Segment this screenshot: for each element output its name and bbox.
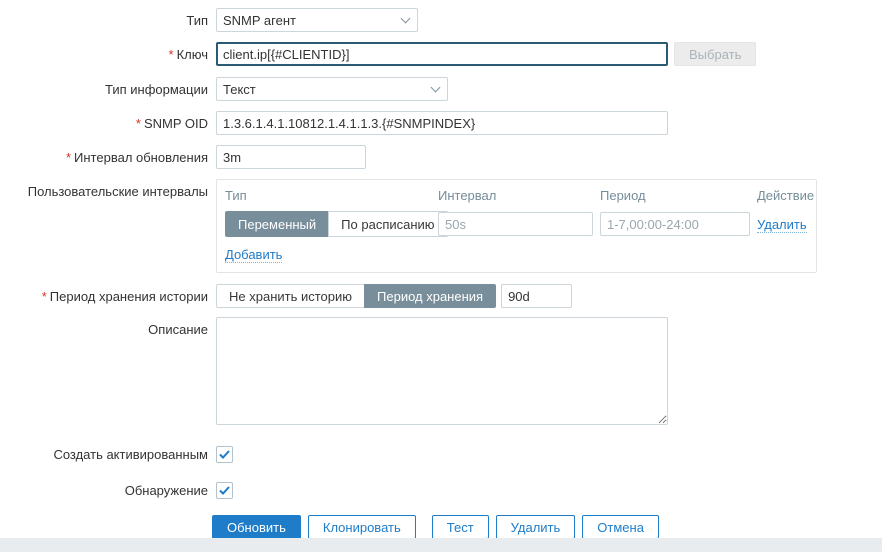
cancel-button[interactable]: Отмена xyxy=(582,515,659,539)
interval-value-input[interactable] xyxy=(438,212,593,236)
create-enabled-checkbox[interactable] xyxy=(216,446,233,463)
chevron-down-icon xyxy=(430,82,441,92)
type-label: Тип xyxy=(186,13,208,28)
column-header-period: Период xyxy=(600,188,646,203)
select-key-button[interactable]: Выбрать xyxy=(674,42,757,66)
required-asterisk: * xyxy=(168,47,174,62)
remove-interval-link[interactable]: Удалить xyxy=(757,216,807,233)
add-interval-link[interactable]: Добавить xyxy=(225,247,283,263)
test-button[interactable]: Тест xyxy=(431,515,489,539)
column-header-action: Действие xyxy=(757,188,815,203)
history-period-input[interactable] xyxy=(501,284,573,308)
info-type-label: Тип информации xyxy=(104,82,208,97)
create-enabled-label: Создать активированным xyxy=(53,447,208,462)
update-interval-row: * Интервал обновления xyxy=(0,145,882,169)
key-row: *Ключ Выбрать xyxy=(0,42,882,66)
key-input[interactable] xyxy=(216,42,668,66)
chevron-down-icon xyxy=(400,13,411,23)
update-interval-label: * Интервал обновления xyxy=(65,150,208,165)
custom-interval-row: Переменный По расписанию Удалить xyxy=(225,211,808,237)
custom-intervals-header: Тип Интервал Период Действие xyxy=(225,188,814,211)
interval-type-toggle: Переменный По расписанию xyxy=(225,211,448,237)
type-select[interactable]: SNMP агент xyxy=(216,8,418,32)
custom-intervals-row: Пользовательские интервалы Тип Интервал … xyxy=(0,179,882,273)
period-value-input[interactable] xyxy=(600,212,750,236)
snmp-oid-label: * SNMP OID xyxy=(135,116,208,131)
type-select-value: SNMP агент xyxy=(223,12,296,28)
form-actions: Обновить Клонировать Тест Удалить Отмена xyxy=(212,515,882,539)
custom-intervals-panel: Тип Интервал Период Действие Переменный … xyxy=(216,179,817,273)
update-interval-input[interactable] xyxy=(216,145,366,169)
info-type-select-value: Текст xyxy=(223,81,256,97)
item-edit-form: Тип SNMP агент *Ключ Выбрать Тип информа… xyxy=(0,0,882,539)
type-row: Тип SNMP агент xyxy=(0,8,882,32)
column-header-type: Тип xyxy=(225,188,247,203)
history-storage-period-button[interactable]: Период хранения xyxy=(364,284,497,308)
required-asterisk: * xyxy=(41,289,47,304)
snmp-oid-input[interactable] xyxy=(216,111,668,135)
description-label: Описание xyxy=(148,322,208,337)
info-type-row: Тип информации Текст xyxy=(0,77,882,101)
discover-label: Обнаружение xyxy=(124,483,208,498)
interval-type-flexible-button[interactable]: Переменный xyxy=(225,211,330,237)
discover-row: Обнаружение xyxy=(0,479,882,499)
history-label: * Период хранения истории xyxy=(41,289,208,304)
footer-bar xyxy=(0,538,882,552)
history-row: * Период хранения истории Не хранить исто… xyxy=(0,284,882,308)
key-label: * Ключ xyxy=(168,47,208,62)
required-asterisk: * xyxy=(135,116,141,131)
checkmark-icon xyxy=(219,486,230,495)
required-asterisk: * xyxy=(65,150,72,165)
description-textarea[interactable] xyxy=(216,317,668,425)
snmp-oid-row: * SNMP OID xyxy=(0,111,882,135)
checkmark-icon xyxy=(219,450,230,459)
update-button[interactable]: Обновить xyxy=(212,515,301,539)
create-enabled-row: Создать активированным xyxy=(0,443,882,463)
clone-button[interactable]: Клонировать xyxy=(307,515,416,539)
custom-intervals-label: Пользовательские интервалы xyxy=(27,184,208,199)
column-header-interval: Интервал xyxy=(438,188,497,203)
history-toggle: Не хранить историю Период хранения xyxy=(216,284,497,308)
history-no-storage-button[interactable]: Не хранить историю xyxy=(216,284,366,308)
info-type-select[interactable]: Текст xyxy=(216,77,448,101)
description-row: Описание xyxy=(0,317,882,425)
interval-type-scheduled-button[interactable]: По расписанию xyxy=(328,211,448,237)
discover-checkbox[interactable] xyxy=(216,482,233,499)
delete-button[interactable]: Удалить xyxy=(495,515,576,539)
